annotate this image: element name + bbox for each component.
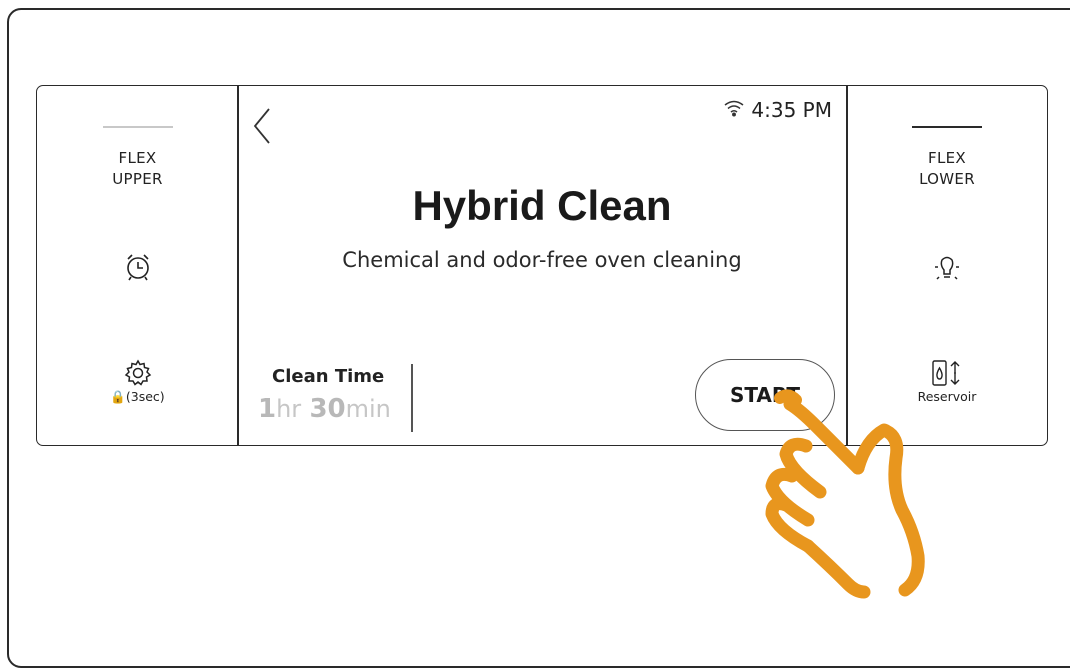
flex-upper-indicator [102,126,173,128]
clock-time: 4:35 PM [751,98,832,122]
clean-time-minutes-unit: min [345,395,391,423]
clean-time-minutes: 30 [309,394,346,424]
lock-caption[interactable]: 🔒(3sec) [37,389,238,405]
flex-upper-label[interactable]: FLEX UPPER [37,148,238,190]
page-subtitle: Chemical and odor-free oven cleaning [342,248,742,272]
gear-icon[interactable] [124,359,152,391]
clean-time-label: Clean Time [272,366,385,387]
start-button[interactable]: START [695,359,835,431]
right-column: FLEX LOWER Reservoir [847,86,1047,445]
clean-time-hours: 1 [258,394,277,424]
flex-lower-indicator [912,126,982,128]
alarm-clock-icon[interactable] [123,252,153,286]
wifi-icon [723,98,745,122]
status-bar: 4:35 PM [723,98,832,122]
back-arrow-icon[interactable] [251,106,275,150]
flex-lower-label[interactable]: FLEX LOWER [847,148,1047,190]
clean-time-value[interactable]: 1hr 30min [258,394,391,424]
clean-time-hours-unit: hr [276,395,302,423]
left-column: FLEX UPPER 🔒(3sec) [37,86,238,445]
main-display: 4:35 PM Hybrid Clean Chemical and odor-f… [238,86,846,445]
control-panel: FLEX UPPER 🔒(3sec) 4:35 PM Hybrid Clean … [36,85,1048,446]
page-title: Hybrid Clean [412,182,672,229]
oven-light-icon[interactable] [930,252,964,290]
reservoir-label[interactable]: Reservoir [847,389,1047,404]
clean-time-divider [411,364,413,432]
